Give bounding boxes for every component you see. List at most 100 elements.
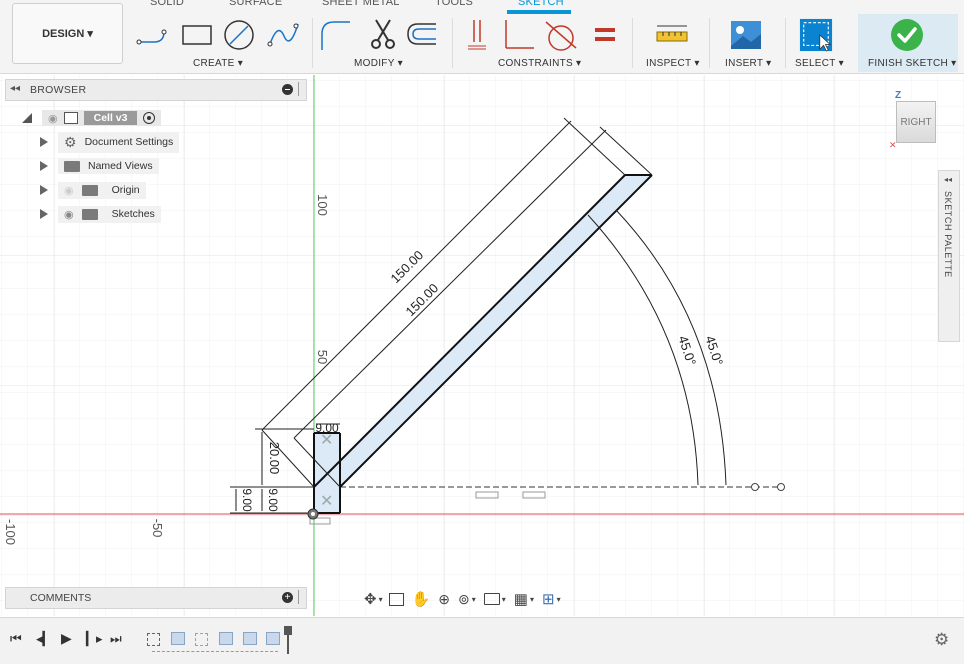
tree-root-cell[interactable]: ◉ Cell v3 — [22, 108, 162, 128]
expand-down-icon[interactable] — [22, 113, 32, 123]
workspace-design-button[interactable]: DESIGN ▾ — [12, 3, 123, 64]
timeline-feature-icon[interactable] — [243, 632, 257, 645]
go-to-end-icon[interactable]: ⏭ — [110, 631, 122, 647]
ribbon-toolbar: SOLID SURFACE SHEET METAL TOOLS SKETCH D… — [0, 0, 964, 74]
modify-menu[interactable]: MODIFY ▾ — [354, 58, 403, 69]
chevron-down-icon[interactable]: ▾ — [557, 595, 561, 604]
create-menu[interactable]: CREATE ▾ — [193, 58, 243, 69]
spline-tool-icon[interactable] — [266, 18, 300, 52]
look-at-icon[interactable] — [388, 592, 404, 606]
expand-palette-icon[interactable]: ◂◂ — [944, 175, 952, 184]
inspect-menu[interactable]: INSPECT ▾ — [646, 58, 700, 69]
circle-tool-icon[interactable] — [222, 18, 256, 52]
viewcube[interactable]: RIGHT — [896, 101, 936, 143]
equal-constraint-icon[interactable] — [588, 18, 622, 52]
finish-check-icon[interactable] — [890, 18, 924, 52]
tree-item-label: Named Views — [88, 160, 153, 172]
offset-tool-icon[interactable] — [404, 18, 438, 52]
timeline-feature-icon[interactable] — [219, 632, 233, 645]
gear-icon: ⚙ — [64, 133, 77, 150]
step-back-icon[interactable]: ◂▎ — [36, 631, 53, 647]
separator — [632, 18, 633, 68]
tree-item-label: Origin — [111, 184, 140, 196]
comments-panel[interactable]: COMMENTS + — [5, 587, 307, 609]
rectangle-tool-icon[interactable] — [180, 18, 214, 52]
timeline-settings-gear-icon[interactable]: ⚙ — [934, 630, 949, 650]
browser-panel-header[interactable]: ◂◂ BROWSER — [5, 79, 307, 101]
eye-icon[interactable]: ◉ — [64, 208, 74, 221]
select-menu[interactable]: SELECT ▾ — [795, 58, 844, 69]
select-window-icon[interactable] — [799, 18, 833, 52]
zoom-icon[interactable]: ⊕ — [438, 591, 450, 608]
insert-image-icon[interactable] — [729, 18, 763, 52]
tab-surface[interactable]: SURFACE — [229, 0, 282, 8]
tangent-constraint-icon[interactable] — [544, 18, 578, 52]
timeline-marker[interactable] — [287, 632, 289, 654]
fillet-tool-icon[interactable] — [318, 18, 352, 52]
construction-point[interactable] — [777, 483, 785, 491]
pin-icon[interactable] — [298, 82, 299, 96]
expand-right-icon[interactable] — [40, 209, 48, 219]
display-settings-icon[interactable] — [483, 593, 500, 605]
svg-text:✕: ✕ — [320, 491, 333, 510]
timeline-sketch-feature-icon[interactable] — [195, 633, 208, 646]
eye-hidden-icon[interactable]: ◉ — [64, 184, 74, 197]
tree-item-sketches[interactable]: ◉ Sketches — [40, 204, 161, 224]
line-tool-icon[interactable] — [136, 18, 170, 52]
insert-menu[interactable]: INSERT ▾ — [725, 58, 772, 69]
fit-icon[interactable]: ⊚ — [458, 591, 470, 608]
eye-icon[interactable]: ◉ — [48, 112, 58, 125]
dimension-9-right[interactable]: 9.00 — [266, 488, 280, 512]
chevron-down-icon[interactable]: ▾ — [530, 595, 534, 604]
expand-right-icon[interactable] — [40, 185, 48, 195]
tab-tools[interactable]: TOOLS — [435, 0, 473, 8]
play-icon[interactable]: ▶ — [61, 630, 72, 647]
viewcube-face-label: RIGHT — [900, 116, 932, 128]
sketch-palette[interactable]: ◂◂ SKETCH PALETTE — [938, 170, 960, 342]
tab-sheet-metal[interactable]: SHEET METAL — [322, 0, 400, 8]
activate-radio-icon[interactable] — [143, 112, 156, 124]
minus-glyph — [285, 89, 290, 90]
pan-hand-icon[interactable]: ✋ — [412, 590, 431, 608]
tree-item-named-views[interactable]: Named Views — [40, 156, 159, 176]
timeline-track — [152, 651, 278, 652]
folder-icon — [81, 208, 98, 220]
chevron-down-icon[interactable]: ▾ — [472, 595, 476, 604]
browser-title: BROWSER — [30, 84, 87, 96]
chevron-down-icon[interactable]: ▾ — [379, 595, 383, 604]
viewcube-x-axis-icon: ✕ — [889, 140, 897, 150]
grid-icon[interactable]: ▦ — [514, 590, 528, 608]
active-tab-indicator — [507, 10, 571, 14]
constraints-menu[interactable]: CONSTRAINTS ▾ — [498, 58, 581, 69]
palette-label: SKETCH PALETTE — [943, 191, 953, 278]
dimension-20[interactable]: 20.00 — [267, 442, 282, 475]
dimension-9-left[interactable]: 9.00 — [240, 488, 254, 512]
coincident-constraint-icon[interactable] — [460, 18, 494, 52]
fusion-app: SOLID SURFACE SHEET METAL TOOLS SKETCH D… — [0, 0, 964, 664]
finish-sketch-label[interactable]: FINISH SKETCH ▾ — [868, 58, 956, 69]
tree-item-origin[interactable]: ◉ Origin — [40, 180, 146, 200]
trim-scissors-icon[interactable] — [366, 18, 400, 52]
construction-point[interactable] — [751, 483, 759, 491]
tab-sketch[interactable]: SKETCH — [518, 0, 564, 8]
pin-icon[interactable] — [298, 590, 299, 604]
perpendicular-constraint-icon[interactable] — [502, 18, 536, 52]
expand-right-icon[interactable] — [40, 137, 48, 147]
viewports-icon[interactable]: ⊞ — [542, 590, 555, 608]
separator — [312, 18, 313, 68]
add-comment-icon[interactable]: + — [282, 592, 293, 603]
root-label[interactable]: Cell v3 — [83, 111, 138, 125]
root-chip[interactable]: ◉ Cell v3 — [42, 110, 162, 126]
chevron-down-icon[interactable]: ▾ — [502, 595, 506, 604]
expand-right-icon[interactable] — [40, 161, 48, 171]
collapse-arrows-icon[interactable]: ◂◂ — [10, 83, 20, 94]
tab-solid[interactable]: SOLID — [150, 0, 184, 8]
timeline-feature-icon[interactable] — [266, 632, 280, 645]
go-to-start-icon[interactable]: ⏮ — [10, 631, 22, 647]
orbit-icon[interactable]: ✥ — [364, 590, 377, 608]
step-forward-icon[interactable]: ▎▸ — [86, 631, 103, 647]
timeline-feature-icon[interactable] — [171, 632, 185, 645]
timeline-sketch-feature-icon[interactable] — [147, 633, 160, 646]
tree-item-document-settings[interactable]: ⚙ Document Settings — [40, 131, 180, 153]
measure-ruler-icon[interactable] — [655, 18, 689, 52]
